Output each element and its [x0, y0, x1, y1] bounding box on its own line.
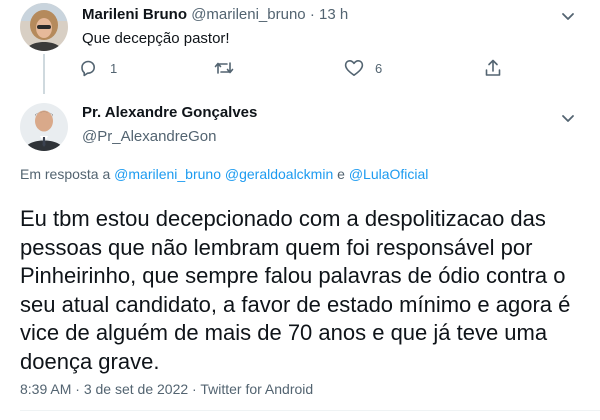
like-button[interactable]: 6: [343, 58, 382, 78]
main-more-icon[interactable]: [558, 108, 578, 128]
tweet-text: Eu tbm estou decepcionado com a despolit…: [20, 206, 571, 374]
main-avatar[interactable]: [20, 103, 68, 151]
mention-link[interactable]: @LulaOficial: [349, 166, 429, 182]
parent-author-name[interactable]: Marileni Bruno: [82, 6, 187, 23]
like-count: 6: [375, 60, 383, 76]
parent-header: Marileni Bruno @marileni_bruno · 13 h: [82, 6, 348, 23]
reply-context: Em resposta a @marileni_bruno @geraldoal…: [20, 166, 428, 182]
parent-text: Que decepção pastor!: [82, 30, 230, 47]
reply-icon: [78, 58, 98, 78]
parent-time[interactable]: 13 h: [319, 6, 348, 23]
mention-link[interactable]: @marileni_bruno: [114, 166, 221, 182]
heart-icon: [343, 58, 365, 78]
meta-separator: ·: [192, 381, 197, 397]
meta-separator: ·: [75, 381, 80, 397]
tweet-metadata: 8:39 AM · 3 de set de 2022 · Twitter for…: [20, 381, 313, 397]
reply-prefix: Em resposta a: [20, 166, 111, 182]
parent-tweet[interactable]: Marileni Bruno @marileni_bruno · 13 h Qu…: [0, 0, 600, 96]
reply-button[interactable]: 1: [78, 58, 117, 78]
mention-link[interactable]: @geraldoalckmin: [225, 166, 333, 182]
parent-more-icon[interactable]: [558, 6, 578, 26]
main-handle[interactable]: @Pr_AlexandreGon: [82, 128, 216, 145]
retweet-button[interactable]: [213, 58, 235, 78]
parent-separator: ·: [309, 6, 315, 23]
parent-handle[interactable]: @marileni_bruno: [191, 6, 305, 23]
share-button[interactable]: [483, 58, 503, 78]
mention-joiner: e: [337, 166, 345, 182]
reply-count: 1: [110, 60, 118, 76]
main-author-name[interactable]: Pr. Alexandre Gonçalves: [82, 104, 257, 121]
retweet-icon: [213, 58, 235, 78]
tweet-time[interactable]: 8:39 AM: [20, 381, 71, 397]
divider: [20, 410, 600, 411]
parent-avatar[interactable]: [20, 3, 68, 51]
tweet-date[interactable]: 3 de set de 2022: [84, 381, 188, 397]
tweet-source[interactable]: Twitter for Android: [200, 381, 313, 397]
parent-actions: 1 6: [0, 58, 600, 82]
share-icon: [483, 58, 503, 78]
